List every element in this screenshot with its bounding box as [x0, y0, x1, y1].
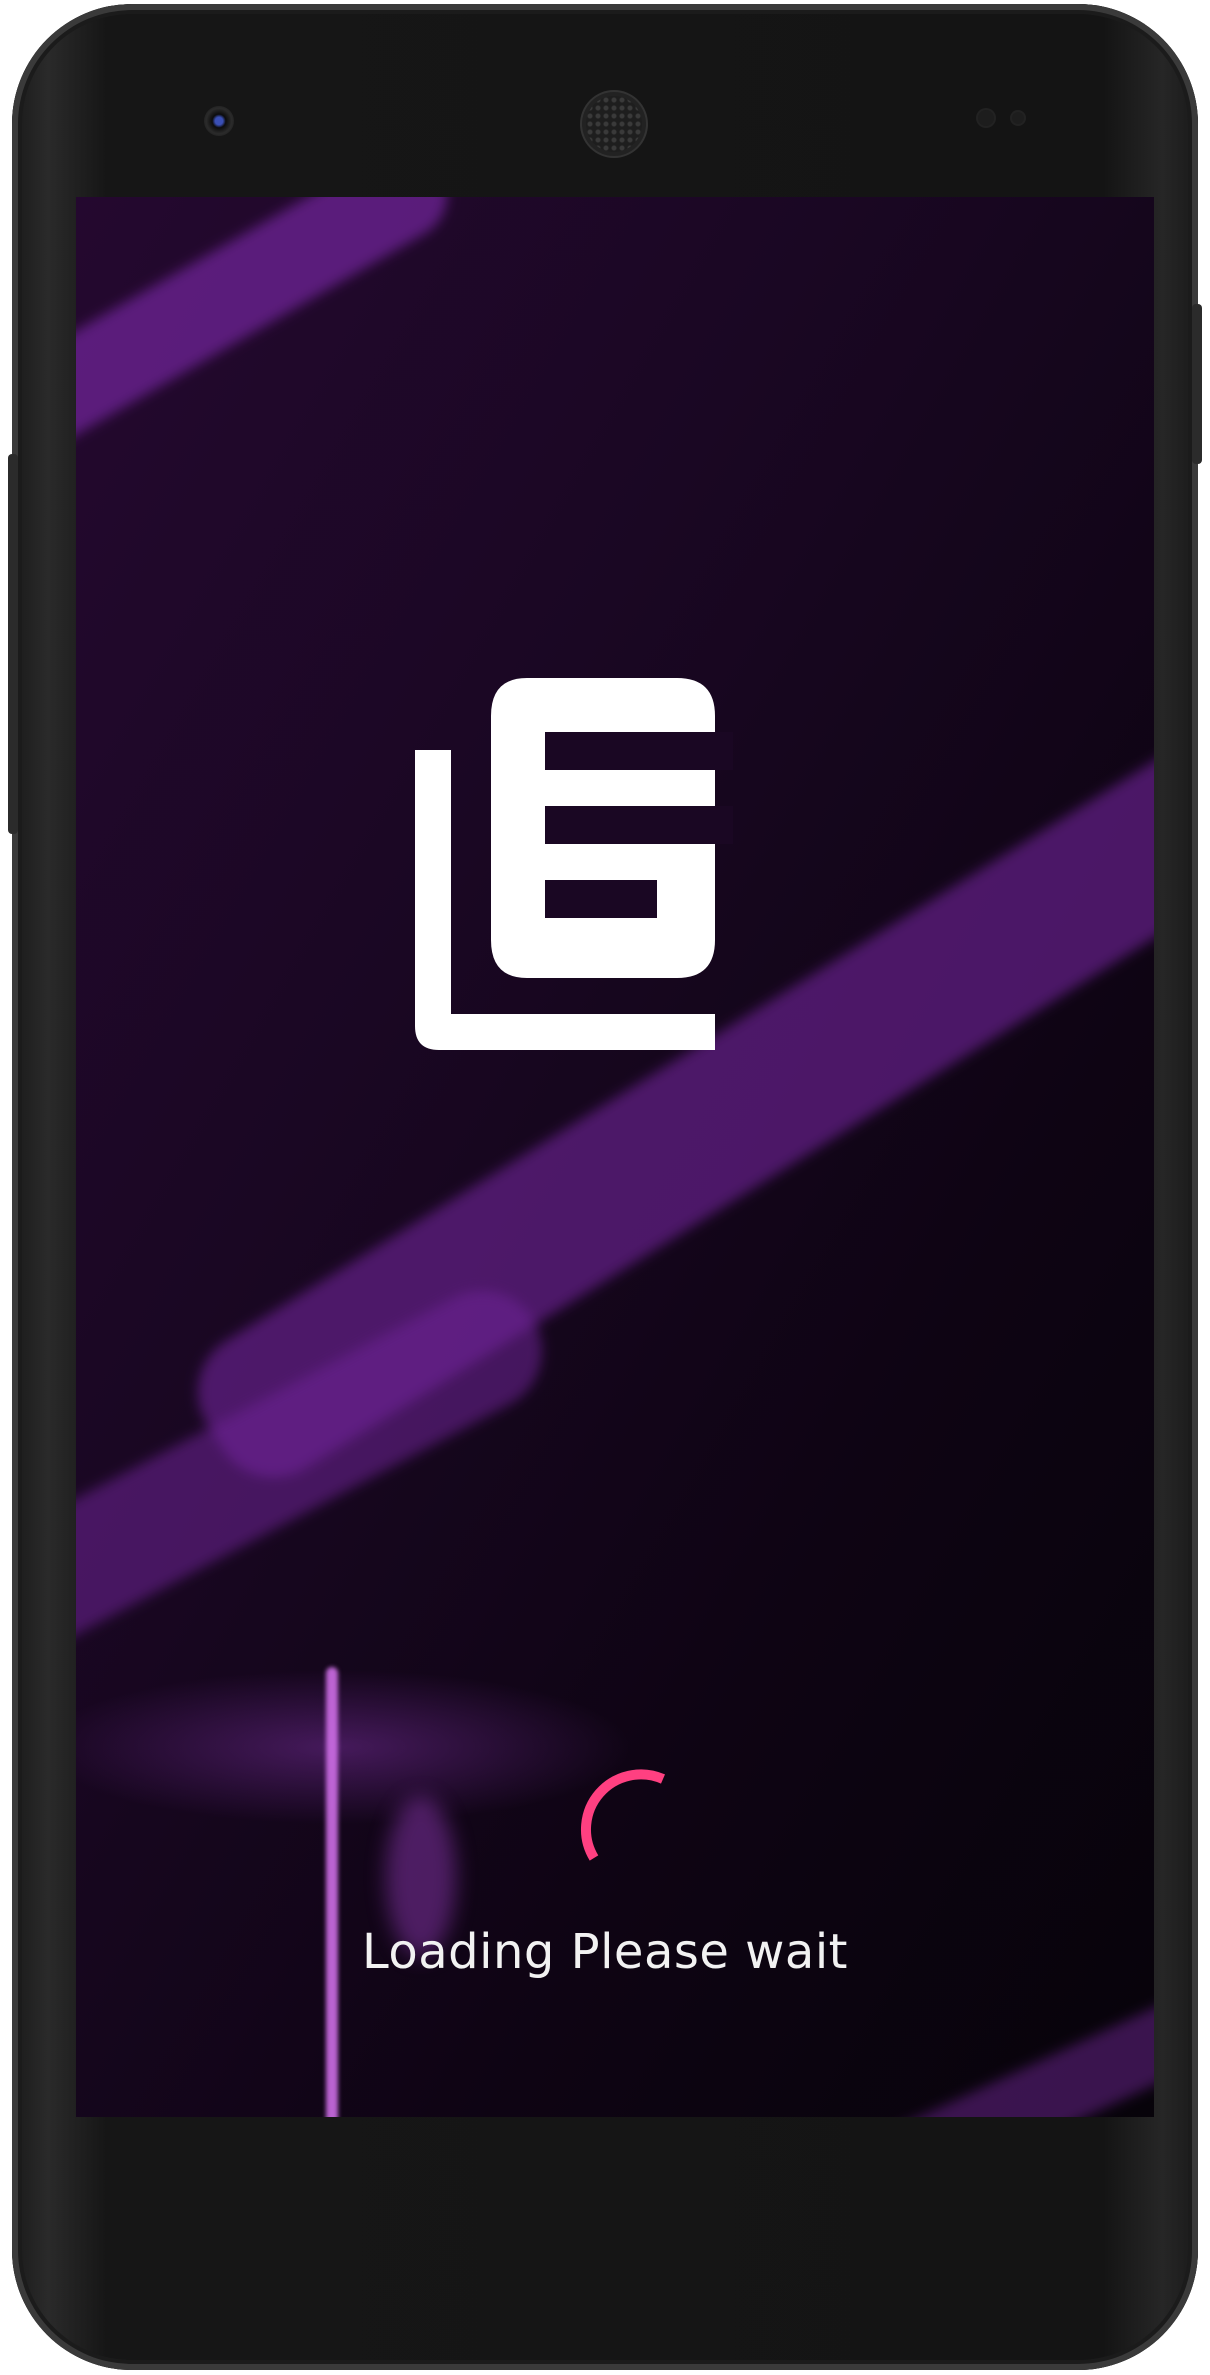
progress-spinner-icon: [580, 1769, 665, 1861]
power-button[interactable]: [1192, 304, 1202, 464]
library-books-icon: [415, 678, 733, 1050]
earpiece-speaker: [586, 96, 642, 152]
front-camera: [204, 106, 234, 136]
background-streak: [326, 1667, 338, 2117]
background-streak: [76, 197, 464, 471]
volume-button[interactable]: [8, 454, 18, 834]
phone-frame: [8, 4, 1202, 2370]
proximity-sensors: [978, 108, 1038, 128]
loading-message: Loading Please wait: [362, 1924, 848, 1980]
